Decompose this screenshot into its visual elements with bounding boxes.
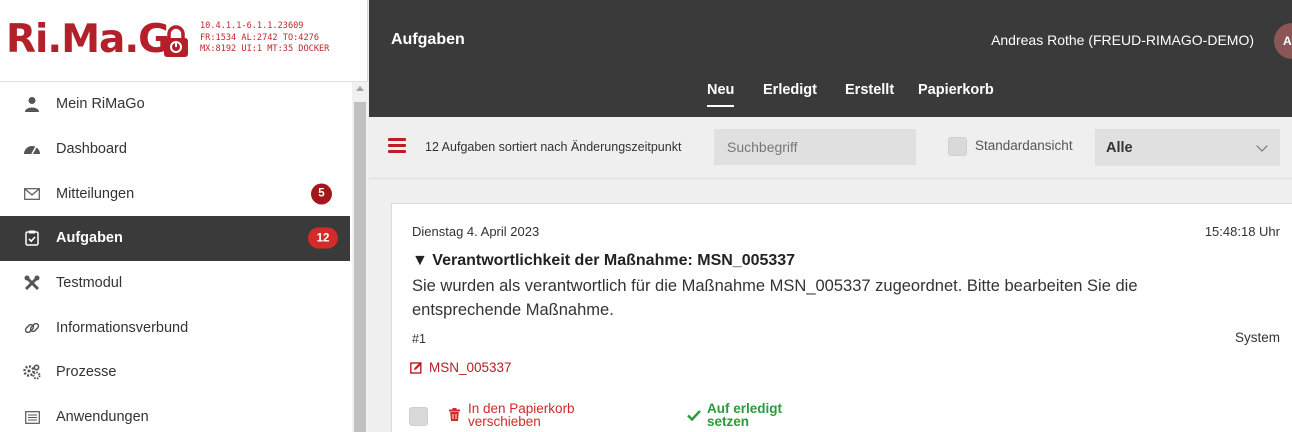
task-tabs: Neu Erledigt Erstellt Papierkorb — [369, 79, 1292, 109]
sidebar-item-label: Mein RiMaGo — [56, 96, 145, 113]
task-count-text: 12 Aufgaben sortiert nach Änderungszeitp… — [425, 140, 682, 154]
standard-view-label: Standardansicht — [975, 138, 1073, 153]
hamburger-menu-icon[interactable] — [388, 138, 406, 153]
notification-badge: 5 — [311, 183, 332, 205]
scroll-up-icon[interactable] — [356, 86, 364, 91]
trash-label-line2: verschieben — [468, 414, 541, 429]
scrollbar-thumb[interactable] — [354, 102, 366, 432]
user-icon — [21, 93, 43, 115]
sidebar-item-prozesse[interactable]: Prozesse — [0, 350, 350, 395]
sidebar: Ri.Ma.G 10.4.1.1-6.1.1.23609 FR:1534 AL:… — [0, 0, 368, 432]
list-icon — [21, 406, 43, 428]
trash-icon — [449, 408, 460, 421]
tab-papierkorb[interactable]: Papierkorb — [918, 82, 994, 98]
task-date: Dienstag 4. April 2023 — [412, 224, 540, 239]
tab-erledigt[interactable]: Erledigt — [763, 82, 817, 98]
sidebar-item-mitteilungen[interactable]: Mitteilungen 5 — [0, 171, 350, 216]
task-card: Dienstag 4. April 2023 15:48:18 Uhr ▼ Ve… — [391, 203, 1292, 432]
tab-erstellt[interactable]: Erstellt — [845, 82, 894, 98]
sidebar-item-aufgaben[interactable]: Aufgaben 12 — [0, 216, 350, 261]
done-label-line2: setzen — [707, 414, 750, 429]
tools-icon — [21, 272, 43, 294]
lock-icon — [164, 25, 188, 57]
sidebar-item-label: Anwendungen — [56, 409, 149, 426]
logo[interactable]: Ri.Ma.G — [6, 18, 170, 62]
edit-icon — [410, 362, 422, 374]
sidebar-item-label: Prozesse — [56, 364, 117, 381]
task-sender: System — [1234, 330, 1280, 345]
tab-neu[interactable]: Neu — [707, 82, 735, 107]
sidebar-item-label: Informationsverbund — [56, 319, 189, 336]
sidebar-item-label: Dashboard — [56, 141, 127, 158]
task-count-badge: 12 — [308, 227, 338, 249]
task-select-checkbox[interactable] — [409, 407, 428, 426]
task-title[interactable]: ▼ Verantwortlichkeit der Maßnahme: MSN_0… — [412, 252, 795, 270]
chevron-down-icon — [1256, 140, 1268, 152]
sidebar-item-label: Mitteilungen — [56, 185, 135, 202]
filter-bar: 12 Aufgaben sortiert nach Änderungszeitp… — [369, 117, 1292, 179]
sidebar-scrollbar[interactable] — [352, 82, 368, 432]
standard-view-checkbox[interactable] — [948, 137, 967, 156]
task-number: #1 — [412, 332, 426, 346]
logo-area: Ri.Ma.G 10.4.1.1-6.1.1.23609 FR:1534 AL:… — [0, 0, 367, 82]
user-name[interactable]: Andreas Rothe (FREUD-RIMAGO-DEMO) — [991, 32, 1254, 48]
move-to-trash-button[interactable]: In den Papierkorb verschieben — [449, 402, 575, 428]
dashboard-gauge-icon — [21, 138, 43, 160]
cogs-icon — [21, 361, 43, 383]
search-input[interactable] — [714, 129, 916, 165]
sidebar-item-testmodul[interactable]: Testmodul — [0, 261, 350, 306]
filter-select[interactable]: Alle — [1095, 129, 1280, 166]
sidebar-nav: Mein RiMaGo Dashboard Mitteilungen 5 Auf… — [0, 82, 350, 432]
clipboard-check-icon — [21, 227, 43, 249]
top-header: Aufgaben Andreas Rothe (FREUD-RIMAGO-DEM… — [369, 0, 1292, 117]
measure-link-label: MSN_005337 — [429, 360, 512, 375]
page-title: Aufgaben — [391, 31, 465, 48]
envelope-icon — [21, 183, 43, 205]
task-time: 15:48:18 Uhr — [1204, 224, 1280, 239]
sidebar-item-mein-rimago[interactable]: Mein RiMaGo — [0, 82, 350, 127]
filter-select-value: Alle — [1106, 139, 1133, 156]
sidebar-item-informationsverbund[interactable]: Informationsverbund — [0, 305, 350, 350]
sidebar-item-label: Aufgaben — [56, 230, 123, 247]
version-info: 10.4.1.1-6.1.1.23609 FR:1534 AL:2742 TO:… — [200, 21, 330, 54]
avatar[interactable]: AR — [1274, 23, 1292, 59]
sidebar-item-label: Testmodul — [56, 275, 123, 292]
task-body: Sie wurden als verantwortlich für die Ma… — [412, 277, 1138, 319]
sidebar-item-anwendungen[interactable]: Anwendungen — [0, 395, 350, 432]
link-icon — [21, 317, 43, 339]
mark-done-button[interactable]: Auf erledigt setzen — [687, 402, 782, 428]
measure-link[interactable]: MSN_005337 — [410, 360, 512, 375]
check-icon — [687, 410, 701, 421]
sidebar-item-dashboard[interactable]: Dashboard — [0, 127, 350, 172]
